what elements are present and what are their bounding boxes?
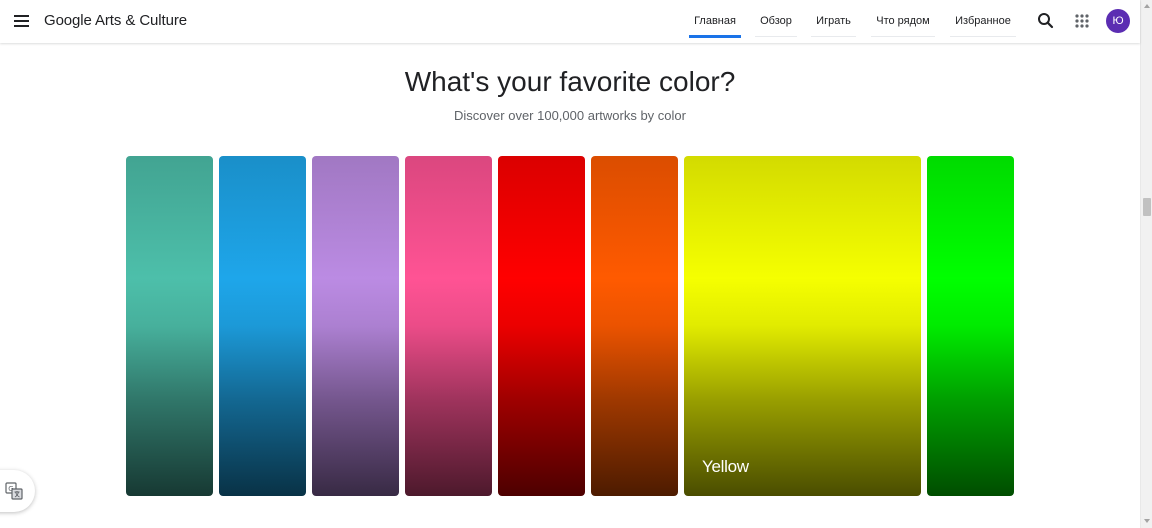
tab-underline <box>950 36 1016 37</box>
active-tab-indicator <box>689 35 741 38</box>
page-subtitle: Discover over 100,000 artworks by color <box>454 108 686 123</box>
nav-tab-label: Играть <box>816 15 851 27</box>
translate-icon: G <box>5 482 23 500</box>
apps-grid-icon[interactable] <box>1072 11 1092 31</box>
page-scrollbar[interactable] <box>1140 0 1152 528</box>
scroll-thumb[interactable] <box>1143 198 1151 216</box>
color-swatch[interactable] <box>219 156 306 496</box>
color-swatch[interactable] <box>927 156 1014 496</box>
hamburger-menu-icon[interactable] <box>12 11 32 31</box>
nav-tab-explore[interactable]: Обзор <box>755 0 797 37</box>
nav-tab-nearby[interactable]: Что рядом <box>871 0 935 37</box>
color-swatch[interactable] <box>591 156 678 496</box>
translate-button[interactable]: G <box>0 470 35 512</box>
tab-underline <box>755 36 797 37</box>
color-swatch[interactable] <box>405 156 492 496</box>
scroll-up-icon[interactable] <box>1144 4 1150 8</box>
nav-tab-play[interactable]: Играть <box>811 0 856 37</box>
search-icon[interactable] <box>1036 11 1056 31</box>
page-title: What's your favorite color? <box>404 66 736 97</box>
color-swatch[interactable] <box>126 156 213 496</box>
color-swatch[interactable] <box>312 156 399 496</box>
account-avatar[interactable]: Ю <box>1106 9 1130 33</box>
tab-underline <box>811 36 856 37</box>
nav-tab-home[interactable]: Главная <box>689 0 741 38</box>
color-swatch-label: Yellow <box>702 457 749 476</box>
nav-tab-label: Избранное <box>955 15 1011 27</box>
top-app-bar: Google Arts & Culture Главная Обзор Игра… <box>0 0 1140 43</box>
scroll-down-icon[interactable] <box>1144 519 1150 523</box>
nav-tab-favorites[interactable]: Избранное <box>950 0 1016 37</box>
app-logo[interactable]: Google Arts & Culture <box>44 12 187 29</box>
nav-tab-label: Главная <box>694 15 736 27</box>
color-swatch-expanded[interactable]: Yellow <box>684 156 921 496</box>
tab-underline <box>871 36 935 37</box>
nav-tab-label: Что рядом <box>876 15 930 27</box>
nav-tab-label: Обзор <box>760 15 792 27</box>
color-swatch[interactable] <box>498 156 585 496</box>
